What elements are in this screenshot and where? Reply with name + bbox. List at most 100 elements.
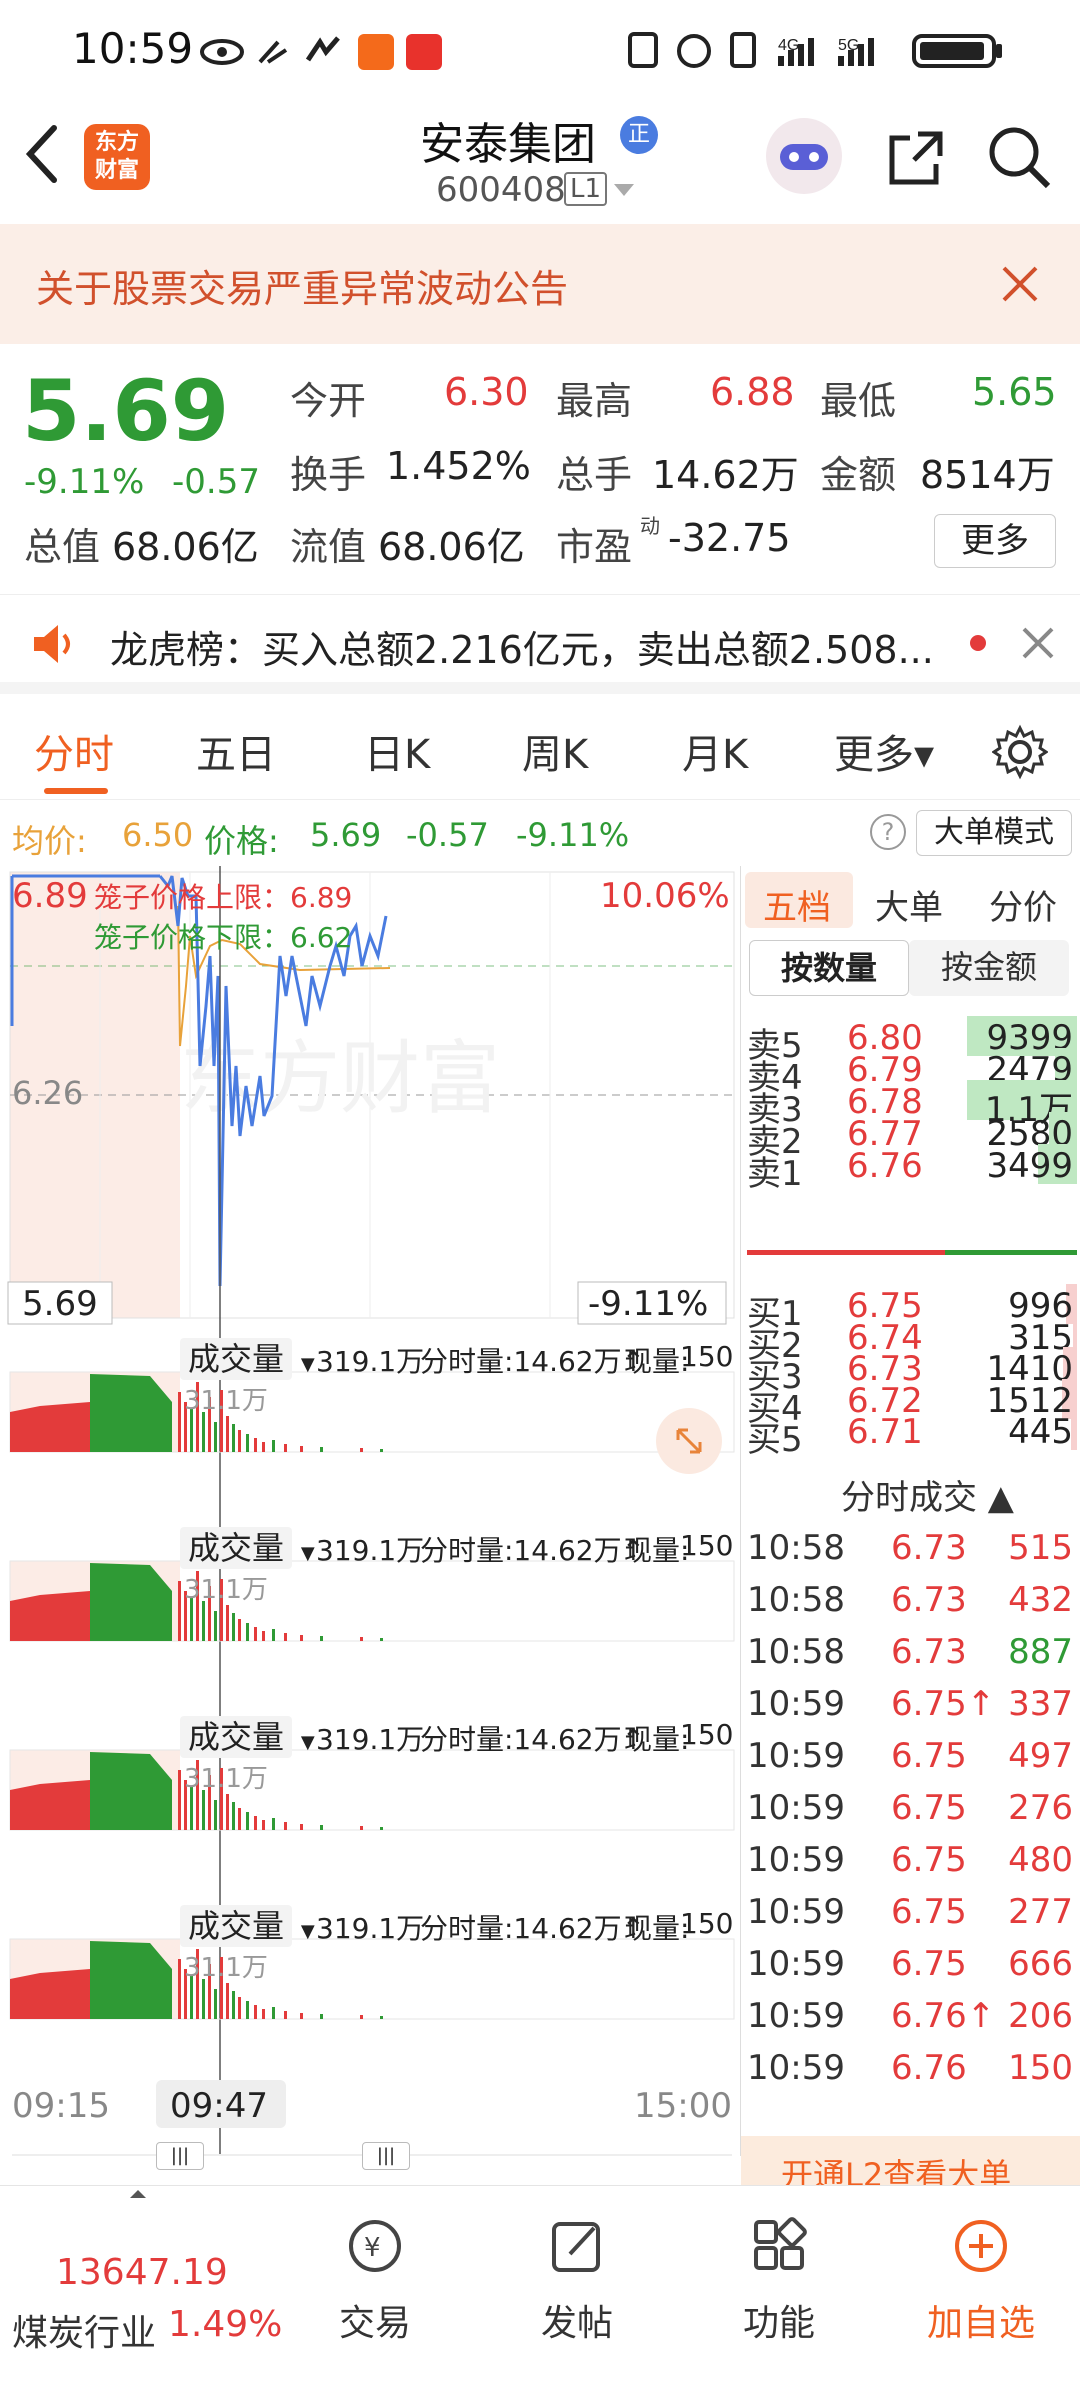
- tab-daily-k[interactable]: 日K: [364, 722, 430, 780]
- back-icon[interactable]: [22, 124, 62, 184]
- tick-price: 6.75: [891, 1840, 967, 1880]
- volume-selector[interactable]: 成交量: [180, 1527, 293, 1569]
- industry-name[interactable]: 煤炭行业: [12, 2304, 156, 2356]
- by-quantity-button[interactable]: 按数量: [749, 940, 909, 996]
- volume-bar: [202, 1979, 205, 2019]
- volume-bar: [214, 1611, 217, 1641]
- nav-post[interactable]: 发帖: [512, 2216, 642, 2346]
- share-icon[interactable]: [884, 126, 948, 190]
- tick-row: 10:59 6.75↑ 337: [741, 1678, 1080, 1726]
- industry-index-value[interactable]: 13647.19: [56, 2252, 228, 2293]
- tab-weekly-k[interactable]: 周K: [522, 722, 588, 780]
- range-handle-left[interactable]: |||: [156, 2142, 204, 2170]
- big-order-mode-button[interactable]: 大单模式: [916, 810, 1072, 856]
- intraday-chart[interactable]: 东方财富: [0, 866, 740, 2156]
- tab-intraday[interactable]: 分时: [34, 722, 114, 780]
- level-badge[interactable]: L1: [564, 172, 608, 206]
- volume-bar: [202, 1601, 205, 1641]
- brand-logo[interactable]: 东方 财富: [84, 124, 150, 190]
- volume-peak: 31.1万: [184, 1575, 268, 1605]
- close-icon[interactable]: [1020, 625, 1056, 661]
- volume-label: 总手: [556, 453, 633, 497]
- avg-line-bar: 均价: 6.50 价格: 5.69 -0.57 -9.11% ? 大单模式: [0, 800, 1080, 870]
- svg-text:¥: ¥: [364, 2233, 381, 2263]
- industry-pct[interactable]: 1.49%: [168, 2304, 282, 2345]
- speaker-icon: [34, 625, 70, 663]
- quote-panel: 5.69 -9.11% -0.57 今开 6.30 最高 6.88 最低 5.6…: [0, 344, 1080, 594]
- more-button[interactable]: 更多: [934, 514, 1056, 568]
- nav-add-watchlist[interactable]: 加自选: [916, 2216, 1046, 2346]
- volume-bar: [284, 1444, 287, 1452]
- volume-bar: [226, 1416, 229, 1452]
- buy-label: 买5: [747, 1420, 803, 1460]
- volume-selector[interactable]: 成交量: [180, 1716, 293, 1758]
- status-left-icons: [200, 34, 442, 70]
- volume-bar: [178, 1959, 181, 2019]
- bottom-nav: 13647.19 煤炭行业 1.49% ¥ 交易 发帖 功能 加自选: [0, 2185, 1080, 2400]
- tick-price: 6.75: [891, 1736, 967, 1776]
- sell-level-row[interactable]: 卖1 6.76 3499: [741, 1140, 1080, 1194]
- volume-selector[interactable]: 成交量: [180, 1905, 293, 1947]
- volume-selector[interactable]: 成交量: [180, 1338, 293, 1380]
- volume-bar: [254, 2005, 257, 2019]
- tick-row: 10:58 6.73 515: [741, 1522, 1080, 1570]
- volume-bar: [262, 2009, 265, 2019]
- volume-panel-header: 成交量 ▼ 319.1万 分时量:14.62万↑ 现量: 150 31.1万: [0, 1332, 740, 1416]
- volume-bar: [232, 1424, 235, 1452]
- amount-value: 8514万: [920, 453, 1055, 497]
- buy-level-row[interactable]: 买5 6.71 445: [741, 1406, 1080, 1460]
- time-end: 15:00: [634, 2086, 732, 2126]
- tab-big-orders[interactable]: 大单: [875, 880, 943, 929]
- expand-icon[interactable]: [656, 1408, 722, 1474]
- mcap-value: 68.06亿: [112, 525, 259, 569]
- search-icon[interactable]: [986, 124, 1052, 190]
- change-amount: -0.57: [172, 462, 260, 502]
- tab-more[interactable]: 更多▾: [834, 722, 934, 780]
- close-icon[interactable]: [1000, 264, 1040, 304]
- range-handle-right[interactable]: |||: [362, 2142, 410, 2170]
- nav-trade[interactable]: ¥ 交易: [310, 2216, 440, 2346]
- tab-price-dist[interactable]: 分价: [989, 880, 1057, 929]
- nav-post-label: 发帖: [540, 2303, 613, 2344]
- tick-price: 6.73: [891, 1632, 967, 1672]
- help-icon[interactable]: ?: [870, 814, 906, 850]
- notice-text[interactable]: 关于股票交易严重异常波动公告: [36, 258, 568, 313]
- dropdown-icon[interactable]: [612, 182, 636, 198]
- open-value: 6.30: [444, 370, 529, 414]
- gear-icon[interactable]: [992, 724, 1048, 780]
- tab-five-levels[interactable]: 五档: [763, 880, 831, 929]
- tick-price: 6.73: [891, 1580, 967, 1620]
- volume-total: 319.1万: [316, 1723, 425, 1756]
- by-amount-button[interactable]: 按金额: [909, 940, 1069, 996]
- pe-label: 市盈: [556, 525, 633, 569]
- stock-code: 600408: [436, 170, 566, 210]
- axis-top-pct: 10.06%: [600, 876, 730, 916]
- tick-row: 10:58 6.73 887: [741, 1626, 1080, 1674]
- tick-row: 10:59 6.75 276: [741, 1782, 1080, 1830]
- avg-value: 6.50: [122, 816, 194, 854]
- nav-functions-label: 功能: [742, 2303, 815, 2344]
- lhb-bar[interactable]: 龙虎榜：买入总额2.216亿元，卖出总额2.508...: [0, 594, 1080, 694]
- volume-value: 14.62万: [652, 453, 799, 497]
- low-value: 5.65: [972, 370, 1057, 414]
- tick-time: 10:59: [747, 1944, 845, 1984]
- nav-add-watchlist-label: 加自选: [926, 2303, 1035, 2344]
- intraday-chart-area[interactable]: 东方财富 6.89 笼子价格上限：6.89 笼子价格下限：6.62 10.06%…: [0, 866, 740, 2170]
- lhb-text[interactable]: 龙虎榜：买入总额2.216亿元，卖出总额2.508...: [110, 619, 934, 674]
- nav-trade-label: 交易: [338, 2303, 411, 2344]
- tick-time: 10:59: [747, 1996, 845, 2036]
- notice-bar[interactable]: 关于股票交易严重异常波动公告: [0, 224, 1080, 344]
- volume-bar: [238, 1619, 241, 1641]
- volume-bar: [360, 2015, 363, 2019]
- volume-bar: [380, 1449, 383, 1452]
- tab-five-day[interactable]: 五日: [196, 722, 276, 780]
- tick-time: 10:59: [747, 1788, 845, 1828]
- ticks-title[interactable]: 分时成交 ▲: [841, 1470, 1014, 1519]
- caret-up-icon[interactable]: [128, 2188, 148, 2200]
- robot-avatar-icon[interactable]: [764, 116, 844, 196]
- volume-fs: 分时量:14.62万↑: [420, 1723, 646, 1756]
- nav-functions[interactable]: 功能: [714, 2216, 844, 2346]
- tab-monthly-k[interactable]: 月K: [682, 722, 748, 780]
- high-label: 最高: [556, 379, 633, 423]
- volume-fs: 分时量:14.62万↑: [420, 1345, 646, 1378]
